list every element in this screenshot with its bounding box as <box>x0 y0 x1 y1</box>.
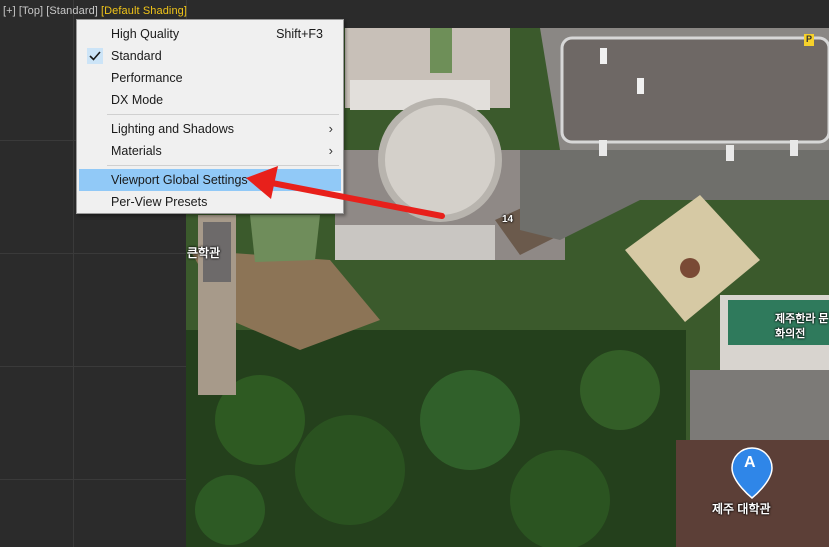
menu-item-label: DX Mode <box>111 93 164 107</box>
menu-item-label: Materials <box>111 144 162 158</box>
map-label-right-building: 제주한라 문화의전 <box>775 313 829 340</box>
menu-item-standard[interactable]: Standard <box>79 45 341 67</box>
menu-separator <box>107 165 339 166</box>
map-label-left-building: 큰학관 <box>187 246 221 260</box>
chevron-right-icon: › <box>328 121 333 136</box>
menu-item-performance[interactable]: Performance <box>79 67 341 89</box>
menu-item-per-view-presets[interactable]: Per-View Presets <box>79 191 341 213</box>
map-label-center-building: 14 <box>502 214 514 225</box>
chevron-right-icon: › <box>328 143 333 158</box>
checkmark-icon <box>87 48 103 64</box>
menu-item-materials[interactable]: Materials › <box>79 140 341 162</box>
menu-item-label: High Quality <box>111 27 180 41</box>
parking-badge: P <box>806 34 813 44</box>
viewport-shading-menu[interactable]: [Default Shading] <box>101 5 187 17</box>
viewport-label: [+] [Top] [Standard] [Default Shading] <box>3 5 190 17</box>
viewport-mode-menu[interactable]: [Standard] <box>46 5 98 17</box>
viewport-view-menu[interactable]: [Top] <box>19 5 43 17</box>
menu-item-label: Per-View Presets <box>111 195 208 209</box>
menu-item-label: Performance <box>111 71 183 85</box>
menu-item-high-quality[interactable]: High Quality Shift+F3 <box>79 23 341 45</box>
menu-item-lighting-and-shadows[interactable]: Lighting and Shadows › <box>79 118 341 140</box>
map-marker-letter: A <box>744 454 756 471</box>
menu-item-label: Lighting and Shadows <box>111 122 235 136</box>
menu-separator <box>107 114 339 115</box>
menu-item-label: Viewport Global Settings <box>111 173 248 187</box>
map-marker-caption: 제주 대학관 <box>712 502 771 516</box>
menu-item-viewport-global-settings[interactable]: Viewport Global Settings <box>79 169 341 191</box>
menu-item-shortcut: Shift+F3 <box>276 27 323 41</box>
viewport-plus-menu[interactable]: [+] <box>3 5 16 17</box>
menu-item-dx-mode[interactable]: DX Mode <box>79 89 341 111</box>
shading-context-menu: High Quality Shift+F3 Standard Performan… <box>76 19 344 214</box>
menu-item-label: Standard <box>111 49 162 63</box>
